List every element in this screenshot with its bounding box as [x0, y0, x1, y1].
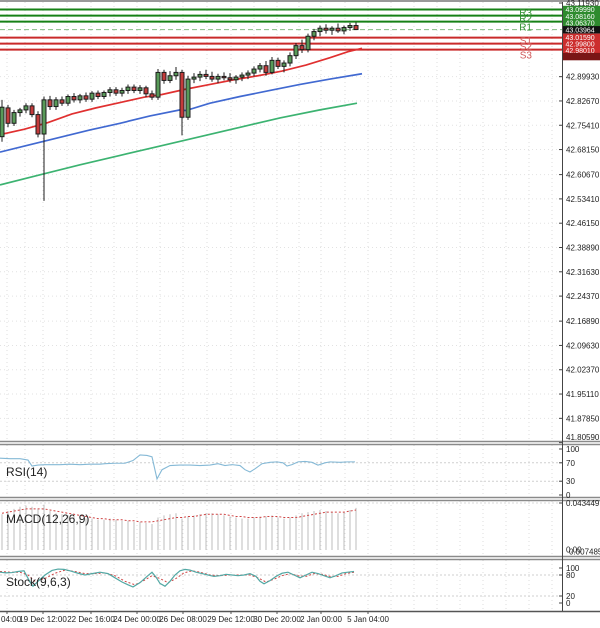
svg-text:S3: S3: [520, 51, 533, 62]
svg-text:30: 30: [566, 477, 575, 486]
svg-text:42.46150: 42.46150: [566, 219, 600, 228]
svg-text:43.03964: 43.03964: [566, 28, 595, 35]
rsi-panel-layer: 10070300: [0, 445, 580, 500]
svg-text:41.95110: 41.95110: [566, 390, 599, 399]
svg-text:42.09630: 42.09630: [566, 341, 600, 350]
svg-text:29 Dec 12:00: 29 Dec 12:00: [207, 615, 255, 624]
svg-text:41.80590: 41.80590: [566, 433, 600, 442]
pivot-lines-layer: [0, 8, 562, 51]
svg-text:42.24370: 42.24370: [566, 292, 600, 301]
price-axis-layer: 43.1193042.8993042.8267042.7541042.68150…: [559, 0, 600, 444]
trading-chart-window: R3 R2 R1 S1 S2 S3 43.11930 42.89930 42.82670 42.7…: [0, 0, 600, 628]
svg-text:42.53410: 42.53410: [566, 195, 600, 204]
svg-text:41.87850: 41.87850: [566, 414, 600, 423]
svg-text:42.75410: 42.75410: [566, 121, 600, 130]
svg-text:26 Dec 08:00: 26 Dec 08:00: [159, 615, 207, 624]
svg-text:19 Dec 12:00: 19 Dec 12:00: [19, 615, 67, 624]
macd-panel-layer: 0.0434490.000.007485: [0, 499, 600, 557]
time-axis-layer: 04:0019 Dec 12:00 22 Dec 16:0024 Dec 00:0…: [1, 611, 389, 624]
svg-text:2 Jan 00:00: 2 Jan 00:00: [300, 615, 342, 624]
svg-text:42.31630: 42.31630: [566, 268, 600, 277]
svg-text:0: 0: [566, 599, 571, 608]
svg-text:42.68150: 42.68150: [566, 146, 600, 155]
svg-text:42.16890: 42.16890: [566, 317, 600, 326]
rsi-indicator-label: RSI(14): [6, 465, 48, 479]
svg-text:5 Jan 04:00: 5 Jan 04:00: [347, 615, 389, 624]
svg-text:30 Dec 20:00: 30 Dec 20:00: [253, 615, 301, 624]
svg-text:R1: R1: [519, 23, 532, 34]
svg-text:70: 70: [566, 459, 575, 468]
svg-text:42.02370: 42.02370: [566, 366, 600, 375]
svg-text:100: 100: [566, 445, 580, 454]
svg-text:22 Dec 16:00: 22 Dec 16:00: [67, 615, 115, 624]
svg-text:24 Dec 00:00: 24 Dec 00:00: [113, 615, 161, 624]
svg-text:42.60670: 42.60670: [566, 171, 600, 180]
chart-canvas[interactable]: R3R2R1S1S2S343.1193042.8993042.8267042.7…: [0, 0, 600, 628]
frame-layer: [0, 0, 600, 613]
stoch-panel-layer: 10080200: [0, 564, 580, 608]
svg-text:42.89930: 42.89930: [566, 73, 600, 82]
svg-text:0.043449: 0.043449: [566, 499, 600, 508]
svg-text:0.007485: 0.007485: [569, 548, 600, 557]
svg-text:42.38890: 42.38890: [566, 243, 600, 252]
price-badge-layer: 43.0999043.0816043.0637043.0396443.01590…: [563, 5, 600, 61]
svg-text:42.82670: 42.82670: [566, 97, 600, 106]
pivot-labels-layer: R3R2R1S1S2S3: [519, 8, 532, 62]
macd-indicator-label: MACD(12,26,9): [6, 512, 90, 526]
stoch-indicator-label: Stock(9,6,3): [6, 575, 71, 589]
svg-text:80: 80: [566, 571, 575, 580]
